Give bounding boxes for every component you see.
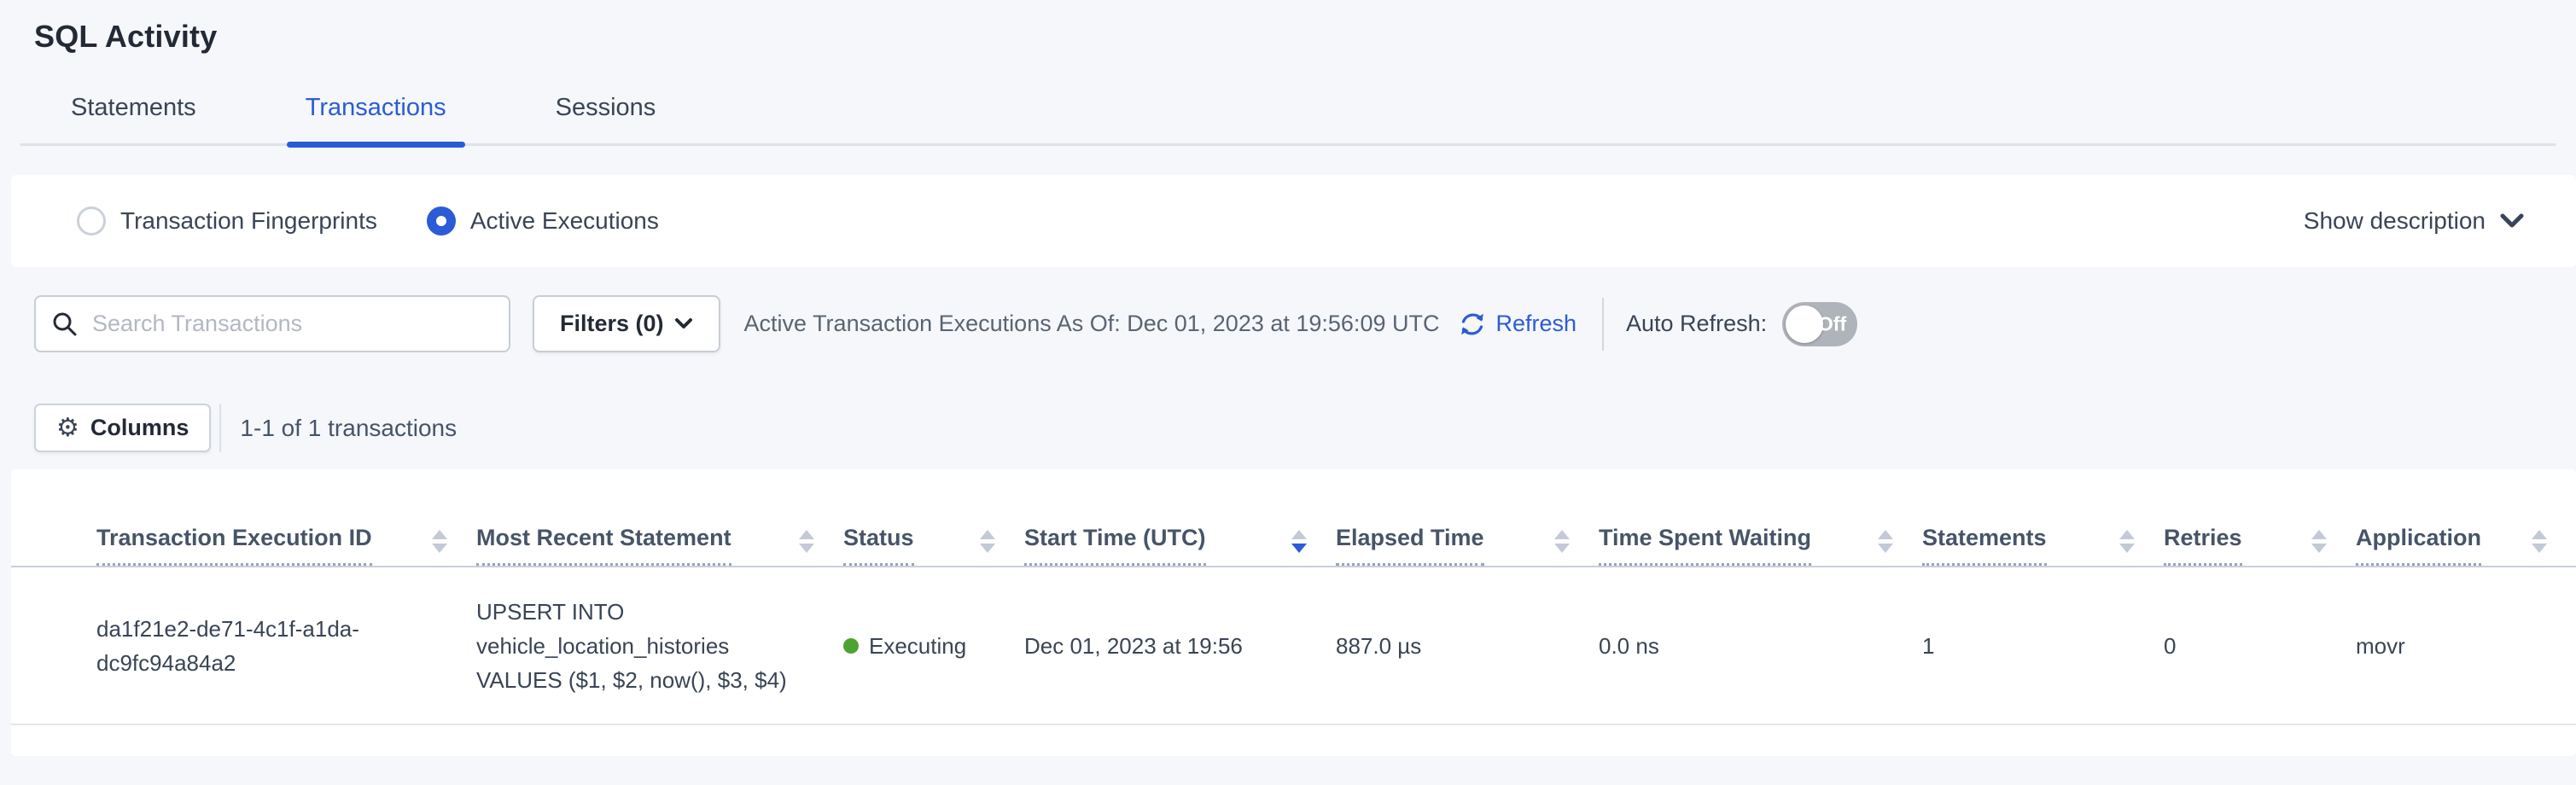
radio-unselected-icon: [77, 206, 106, 236]
tab-transactions[interactable]: Transactions: [297, 94, 455, 146]
column-header-application[interactable]: Application: [2356, 469, 2576, 567]
transactions-table: Transaction Execution ID Most Recent Sta…: [11, 469, 2576, 725]
column-header-label: Application: [2356, 525, 2481, 566]
tab-statements-label: Statements: [71, 94, 196, 121]
filters-button[interactable]: Filters (0): [533, 295, 720, 352]
filters-button-label: Filters (0): [560, 311, 664, 337]
chevron-down-icon: [674, 317, 693, 330]
column-header-label: Most Recent Statement: [476, 525, 731, 566]
radio-active-executions[interactable]: Active Executions: [427, 206, 659, 236]
show-description-label: Show description: [2304, 207, 2486, 235]
column-header-elapsed-time[interactable]: Elapsed Time: [1336, 469, 1599, 567]
column-header-label: Start Time (UTC): [1024, 525, 1206, 566]
controls-divider: [219, 404, 221, 452]
column-header-start-time[interactable]: Start Time (UTC): [1024, 469, 1336, 567]
sort-icon: [1878, 530, 1893, 553]
sort-icon: [1554, 530, 1570, 553]
column-header-status[interactable]: Status: [843, 469, 1024, 567]
columns-button-label: Columns: [90, 415, 189, 441]
search-input[interactable]: [92, 311, 493, 337]
column-header-retries[interactable]: Retries: [2164, 469, 2356, 567]
search-icon: [51, 311, 79, 338]
cell-elapsed-time: 887.0 µs: [1336, 567, 1599, 724]
show-description-toggle[interactable]: Show description: [2304, 207, 2525, 235]
cell-transaction-execution-id: da1f21e2-de71-4c1f-a1da-dc9fc94a84a2: [11, 567, 476, 724]
sort-icon: [980, 530, 995, 553]
transactions-toolbar: Filters (0) Active Transaction Execution…: [34, 295, 2576, 352]
cell-time-spent-waiting: 0.0 ns: [1599, 567, 1922, 724]
columns-button[interactable]: ⚙ Columns: [34, 404, 211, 452]
radio-transaction-fingerprints[interactable]: Transaction Fingerprints: [77, 206, 377, 236]
refresh-icon: [1458, 310, 1487, 339]
refresh-label: Refresh: [1495, 311, 1576, 337]
toggle-state-label: Off: [1818, 312, 1846, 335]
cell-most-recent-statement: UPSERT INTO vehicle_location_histories V…: [476, 567, 843, 724]
sort-icon: [2532, 530, 2547, 553]
column-header-time-spent-waiting[interactable]: Time Spent Waiting: [1599, 469, 1922, 567]
results-count: 1-1 of 1 transactions: [240, 415, 457, 442]
table-row: da1f21e2-de71-4c1f-a1da-dc9fc94a84a2 UPS…: [11, 567, 2576, 724]
radio-active-executions-label: Active Executions: [470, 207, 659, 235]
radio-transaction-fingerprints-label: Transaction Fingerprints: [120, 207, 377, 235]
sort-icon: [2311, 530, 2327, 553]
sort-icon: [432, 530, 447, 553]
cell-start-time: Dec 01, 2023 at 19:56: [1024, 567, 1336, 724]
column-header-transaction-execution-id[interactable]: Transaction Execution ID: [11, 469, 476, 567]
cell-status: Executing: [843, 567, 1024, 724]
column-header-label: Retries: [2164, 525, 2242, 566]
tab-sessions-label: Sessions: [556, 94, 656, 121]
tab-transactions-label: Transactions: [306, 94, 446, 121]
cell-retries: 0: [2164, 567, 2356, 724]
column-header-most-recent-statement[interactable]: Most Recent Statement: [476, 469, 843, 567]
status-label: Executing: [869, 629, 966, 663]
tab-sessions[interactable]: Sessions: [547, 94, 665, 146]
sort-icon: [2119, 530, 2135, 553]
auto-refresh-label: Auto Refresh:: [1626, 311, 1767, 337]
view-mode-card: Transaction Fingerprints Active Executio…: [11, 175, 2576, 267]
cell-statements: 1: [1922, 567, 2164, 724]
status-executing-dot-icon: [843, 638, 859, 654]
column-header-label: Status: [843, 525, 914, 566]
tab-statements[interactable]: Statements: [62, 94, 205, 146]
page-title: SQL Activity: [0, 0, 2576, 55]
chevron-down-icon: [2499, 212, 2525, 230]
table-header-row: Transaction Execution ID Most Recent Sta…: [11, 469, 2576, 567]
column-header-label: Transaction Execution ID: [96, 525, 372, 566]
as-of-timestamp: Active Transaction Executions As Of: Dec…: [744, 311, 1440, 337]
view-mode-radio-group: Transaction Fingerprints Active Executio…: [77, 206, 708, 236]
column-header-label: Time Spent Waiting: [1599, 525, 1811, 566]
search-box: [34, 295, 510, 352]
column-header-label: Statements: [1922, 525, 2047, 566]
cell-application: movr: [2356, 567, 2576, 724]
column-header-label: Elapsed Time: [1336, 525, 1484, 566]
refresh-button[interactable]: Refresh: [1458, 310, 1576, 339]
sort-icon-active-desc: [1291, 530, 1307, 553]
table-controls: ⚙ Columns 1-1 of 1 transactions: [34, 404, 2576, 452]
transactions-table-card: Transaction Execution ID Most Recent Sta…: [11, 469, 2576, 756]
active-tab-indicator: [287, 142, 465, 148]
radio-selected-icon: [427, 206, 456, 236]
auto-refresh-toggle[interactable]: Off: [1782, 302, 1857, 346]
sort-icon: [799, 530, 814, 553]
auto-refresh-control: Auto Refresh: Off: [1626, 302, 1857, 346]
gear-icon: ⚙: [56, 413, 79, 443]
column-header-statements[interactable]: Statements: [1922, 469, 2164, 567]
toolbar-divider: [1602, 298, 1604, 351]
sql-activity-tabbar: Statements Transactions Sessions: [20, 94, 2556, 146]
